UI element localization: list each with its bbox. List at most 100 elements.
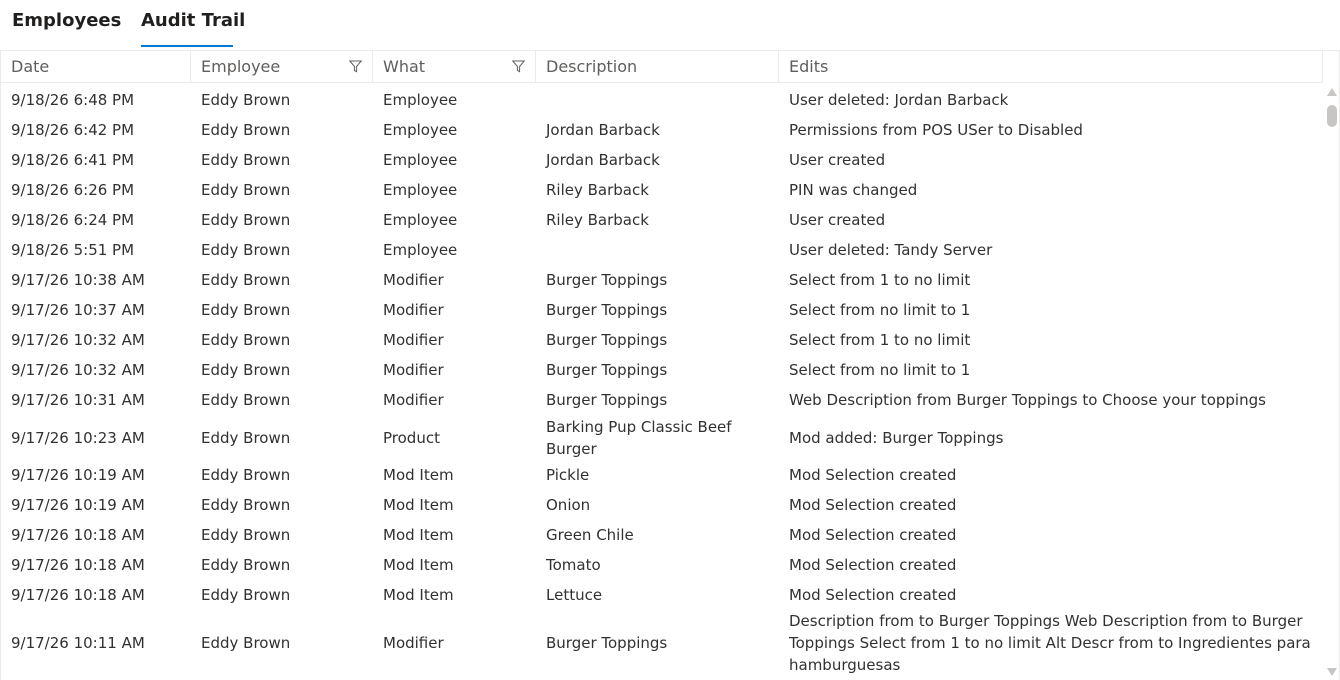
cell-edits: User created xyxy=(789,211,886,229)
cell-description: Burger Toppings xyxy=(546,301,668,319)
table-row[interactable]: 9/18/26 6:42 PM Eddy Brown Employee Jordan … xyxy=(1,115,1323,145)
column-header-date[interactable]: Date xyxy=(1,51,191,82)
cell-edits: User created xyxy=(789,151,886,169)
table-row[interactable]: 9/18/26 5:51 PM Eddy Brown Employee User de… xyxy=(1,235,1323,265)
scroll-up-arrow-icon[interactable] xyxy=(1327,88,1337,96)
table-row[interactable]: 9/18/26 6:26 PM Eddy Brown Employee Riley B… xyxy=(1,175,1323,205)
cell-edits: Select from no limit to 1 xyxy=(789,361,971,379)
cell-employee: Eddy Brown xyxy=(201,634,291,652)
cell-what: Product xyxy=(383,428,440,447)
cell-what: Modifier xyxy=(383,634,444,652)
cell-description: Jordan Barback xyxy=(546,121,660,139)
cell-employee: Eddy Brown xyxy=(201,466,291,484)
cell-employee: Eddy Brown xyxy=(201,91,291,109)
tab-employees[interactable]: Employees xyxy=(12,10,121,46)
table-row[interactable]: 9/17/26 10:38 AM Eddy Brown Modifier Burger… xyxy=(1,265,1323,295)
table-row[interactable]: 9/17/26 10:19 AM Eddy Brown Mod Item Onion M… xyxy=(1,490,1323,520)
table-row[interactable]: 9/18/26 6:48 PM Eddy Brown Employee User de… xyxy=(1,85,1323,115)
grid-header: Date Employee What Description Edits xyxy=(1,51,1323,83)
cell-description: Pickle xyxy=(546,466,590,484)
cell-date: 9/17/26 10:37 AM xyxy=(11,301,145,319)
cell-date: 9/17/26 10:23 AM xyxy=(11,428,145,447)
cell-date: 9/18/26 5:51 PM xyxy=(11,241,135,259)
cell-date: 9/17/26 10:32 AM xyxy=(11,361,145,379)
column-header-employee[interactable]: Employee xyxy=(191,51,373,82)
column-header-what[interactable]: What xyxy=(373,51,536,82)
cell-what: Mod Item xyxy=(383,586,454,604)
cell-date: 9/17/26 10:32 AM xyxy=(11,331,145,349)
cell-description xyxy=(536,235,779,265)
cell-employee: Eddy Brown xyxy=(201,181,291,199)
cell-date: 9/17/26 10:38 AM xyxy=(11,271,145,289)
cell-description: Burger Toppings xyxy=(546,331,668,349)
cell-employee: Eddy Brown xyxy=(201,361,291,379)
table-row[interactable]: 9/17/26 10:32 AM Eddy Brown Modifier Burger… xyxy=(1,355,1323,385)
tab-bar: Employees Audit Trail xyxy=(0,0,1340,50)
column-header-description[interactable]: Description xyxy=(536,51,779,82)
cell-edits: Select from no limit to 1 xyxy=(789,301,971,319)
tab-audit-trail[interactable]: Audit Trail xyxy=(141,10,245,46)
cell-date: 9/17/26 10:11 AM xyxy=(11,634,145,652)
table-row[interactable]: 9/17/26 10:18 AM Eddy Brown Mod Item Lettuc… xyxy=(1,580,1323,610)
cell-what: Mod Item xyxy=(383,496,454,514)
cell-description: Burger Toppings xyxy=(546,271,668,289)
cell-what: Employee xyxy=(383,211,458,229)
cell-edits: Mod Selection created xyxy=(789,526,957,544)
cell-employee: Eddy Brown xyxy=(201,586,291,604)
table-row[interactable]: 9/17/26 10:18 AM Eddy Brown Mod Item Tomato… xyxy=(1,550,1323,580)
cell-description: Riley Barback xyxy=(546,181,649,199)
cell-employee: Eddy Brown xyxy=(201,526,291,544)
table-row[interactable]: 9/17/26 10:32 AM Eddy Brown Modifier Burger… xyxy=(1,325,1323,355)
cell-edits: Mod Selection created xyxy=(789,466,957,484)
cell-employee: Eddy Brown xyxy=(201,301,291,319)
column-header-date-label: Date xyxy=(11,57,50,76)
cell-date: 9/17/26 10:19 AM xyxy=(11,496,145,514)
column-header-description-label: Description xyxy=(546,57,638,76)
cell-date: 9/18/26 6:24 PM xyxy=(11,211,135,229)
cell-what: Modifier xyxy=(383,271,444,289)
cell-description: Burger Toppings xyxy=(546,391,668,409)
audit-trail-grid: Date Employee What Description Edits 9/1… xyxy=(0,50,1340,680)
cell-description: Green Chile xyxy=(546,526,634,544)
scroll-down-arrow-icon[interactable] xyxy=(1327,668,1337,676)
cell-date: 9/17/26 10:18 AM xyxy=(11,556,145,574)
cell-date: 9/18/26 6:41 PM xyxy=(11,151,135,169)
cell-employee: Eddy Brown xyxy=(201,496,291,514)
cell-employee: Eddy Brown xyxy=(201,428,291,447)
active-tab-indicator xyxy=(141,45,233,47)
table-row[interactable]: 9/18/26 6:24 PM Eddy Brown Employee Riley B… xyxy=(1,205,1323,235)
cell-description xyxy=(536,85,779,115)
scrollbar-thumb[interactable] xyxy=(1327,105,1337,127)
cell-description: Riley Barback xyxy=(546,211,649,229)
cell-what: Modifier xyxy=(383,391,444,409)
cell-edits: Mod Selection created xyxy=(789,556,957,574)
cell-description: Jordan Barback xyxy=(546,151,660,169)
table-row[interactable]: 9/17/26 10:37 AM Eddy Brown Modifier Burger… xyxy=(1,295,1323,325)
cell-description: Burger Toppings xyxy=(546,634,668,652)
cell-description: Burger Toppings xyxy=(546,361,668,379)
table-row[interactable]: 9/17/26 10:31 AM Eddy Brown Modifier Burger… xyxy=(1,385,1323,415)
cell-employee: Eddy Brown xyxy=(201,211,291,229)
cell-description: Barking Pup Classic Beef Burger xyxy=(546,417,732,458)
cell-edits: User deleted: Tandy Server xyxy=(789,241,993,259)
cell-employee: Eddy Brown xyxy=(201,121,291,139)
filter-icon[interactable] xyxy=(512,60,525,73)
cell-description: Tomato xyxy=(546,556,601,574)
cell-edits: Web Description from Burger Toppings to … xyxy=(789,391,1266,409)
filter-icon[interactable] xyxy=(349,60,362,73)
table-row[interactable]: 9/17/26 10:11 AM Eddy Brown Modifier Burger… xyxy=(1,610,1323,676)
column-header-edits[interactable]: Edits xyxy=(779,51,1323,82)
table-row[interactable]: 9/17/26 10:19 AM Eddy Brown Mod Item Pickle… xyxy=(1,460,1323,490)
cell-what: Employee xyxy=(383,241,458,259)
cell-date: 9/17/26 10:31 AM xyxy=(11,391,145,409)
table-row[interactable]: 9/17/26 10:18 AM Eddy Brown Mod Item Green … xyxy=(1,520,1323,550)
table-row[interactable]: 9/17/26 10:23 AM Eddy Brown Product Barking… xyxy=(1,415,1323,460)
cell-employee: Eddy Brown xyxy=(201,241,291,259)
table-row[interactable]: 9/18/26 6:41 PM Eddy Brown Employee Jordan … xyxy=(1,145,1323,175)
column-header-what-label: What xyxy=(383,57,426,76)
cell-edits: Description from to Burger Toppings Web … xyxy=(789,612,1311,674)
cell-what: Modifier xyxy=(383,331,444,349)
cell-employee: Eddy Brown xyxy=(201,271,291,289)
vertical-scrollbar[interactable] xyxy=(1323,83,1339,680)
cell-employee: Eddy Brown xyxy=(201,391,291,409)
